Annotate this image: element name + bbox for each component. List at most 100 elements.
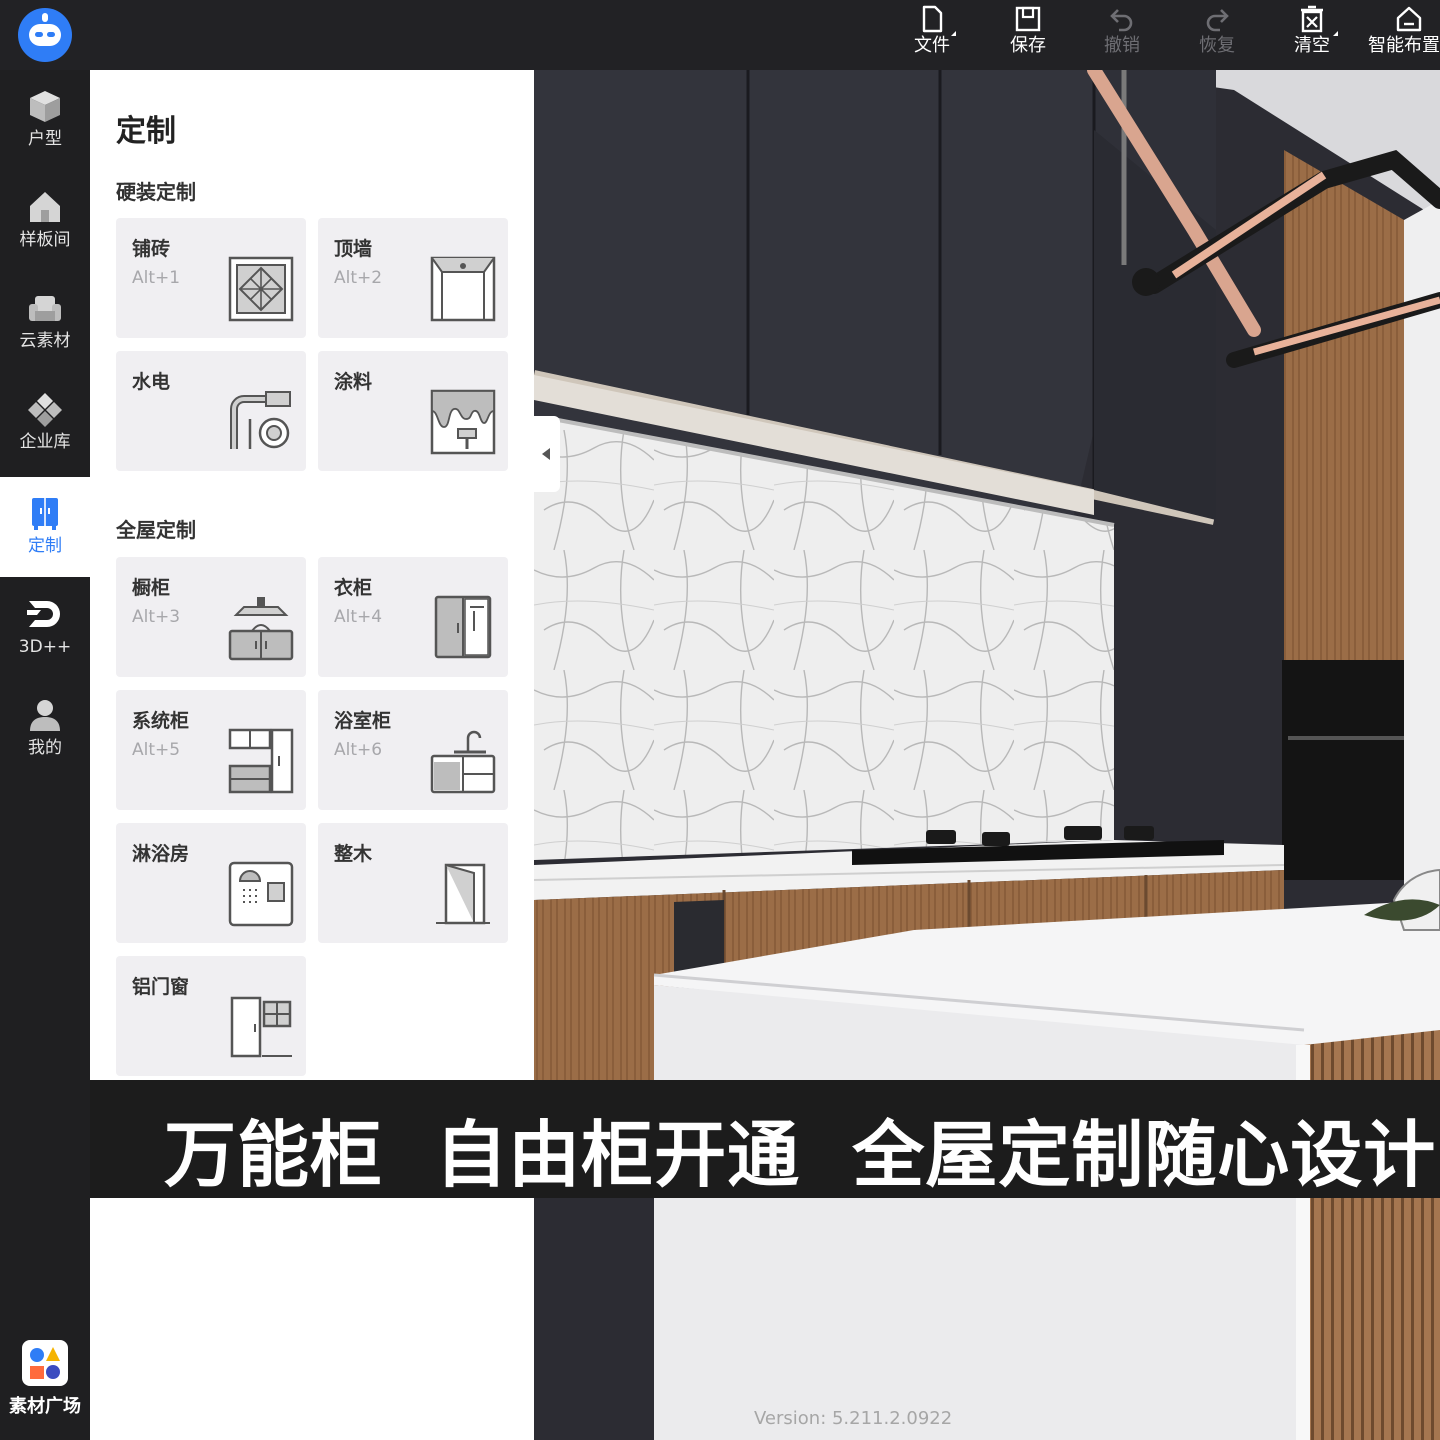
file-button[interactable]: 文件 — [906, 0, 958, 70]
card-ceiling-wall[interactable]: 顶墙 Alt+2 — [318, 218, 508, 338]
undo-icon — [1110, 9, 1133, 32]
plumbing-icon — [230, 391, 291, 449]
card-name: 浴室柜 — [334, 710, 392, 732]
logo-face — [29, 24, 61, 46]
clear-button[interactable]: 清空 — [1286, 0, 1338, 70]
card-system-cabinet[interactable]: 系统柜 Alt+5 — [116, 690, 306, 810]
nav-label-3d: 3D++ — [18, 637, 72, 657]
smart-home-icon — [1396, 6, 1422, 32]
nav-item-3d[interactable]: 3D++ — [0, 578, 90, 678]
nav-label-material-square: 素材广场 — [9, 1396, 81, 1417]
redo-icon — [1206, 9, 1229, 32]
card-kitchen-cabinet[interactable]: 橱柜 Alt+3 — [116, 557, 306, 677]
save-label: 保存 — [1010, 35, 1046, 56]
nav-item-showroom[interactable]: 样板间 — [0, 171, 90, 271]
collapse-panel-button[interactable] — [534, 416, 560, 492]
card-shortcut: Alt+4 — [334, 607, 383, 627]
card-shower-room[interactable]: 淋浴房 — [116, 823, 306, 943]
card-shortcut: Alt+5 — [132, 740, 181, 760]
nav-item-material-square[interactable]: 素材广场 — [0, 1340, 90, 1430]
shower-room-icon — [228, 861, 294, 927]
promo-banner-text: 万能柜 自由柜开通 全屋定制随心设计 — [164, 1113, 1437, 1197]
card-name: 衣柜 — [334, 577, 373, 599]
card-paint[interactable]: 涂料 — [318, 351, 508, 471]
nav-label-floorplan: 户型 — [28, 129, 62, 149]
card-tile[interactable]: 铺砖 Alt+1 — [116, 218, 306, 338]
card-name: 铺砖 — [132, 238, 171, 260]
tile-icon — [228, 256, 294, 322]
smart-layout-button[interactable]: 智能布置 — [1368, 0, 1440, 70]
wardrobe-icon — [434, 595, 492, 659]
3d-plus-logo-icon — [27, 601, 60, 627]
nav-item-cloud-material[interactable]: 云素材 — [0, 272, 90, 372]
ceiling-wall-icon — [430, 256, 496, 322]
clear-icon — [1301, 5, 1323, 33]
sofa-icon — [29, 296, 61, 321]
card-bathroom-cabinet[interactable]: 浴室柜 Alt+6 — [318, 690, 508, 810]
house-icon — [30, 192, 60, 222]
collapse-arrow-icon — [542, 448, 550, 460]
card-shortcut: Alt+2 — [334, 268, 383, 288]
user-icon — [30, 700, 60, 731]
nav-label-showroom: 样板间 — [19, 230, 71, 250]
paint-icon — [430, 389, 496, 455]
card-name: 淋浴房 — [132, 843, 190, 865]
card-name: 整木 — [334, 843, 373, 865]
card-plumbing[interactable]: 水电 — [116, 351, 306, 471]
card-name: 水电 — [132, 371, 171, 393]
undo-label: 撤销 — [1104, 35, 1140, 56]
door-icon — [436, 863, 490, 925]
section-title-whole: 全屋定制 — [116, 518, 196, 542]
custom-panel: 定制 硬装定制 铺砖 Alt+1 顶墙 Alt+2 水电 涂料 全屋定制 橱柜 … — [90, 70, 534, 1440]
redo-button[interactable]: 恢复 — [1191, 0, 1243, 70]
redo-label: 恢复 — [1199, 35, 1235, 56]
undo-button[interactable]: 撤销 — [1096, 0, 1148, 70]
top-toolbar: 文件 保存 撤销 恢复 清空 智能布置 — [0, 0, 1440, 70]
nav-label-mine: 我的 — [28, 738, 62, 758]
card-shortcut: Alt+3 — [132, 607, 181, 627]
floorplan-cube-icon — [30, 91, 60, 122]
file-icon — [922, 5, 943, 33]
logo-eye-left — [35, 32, 43, 37]
save-icon — [1015, 6, 1041, 32]
card-name: 橱柜 — [132, 577, 171, 599]
kitchen-cabinet-icon — [228, 597, 294, 661]
nav-item-custom[interactable]: 定制 — [0, 477, 90, 577]
aluminum-window-icon — [230, 996, 292, 1058]
left-nav: 户型 样板间 云素材 企业库 定制 3D++ 我的 素材广场 — [0, 70, 90, 1440]
diamond-cluster-icon — [28, 393, 62, 427]
section-title-hard: 硬装定制 — [116, 180, 196, 204]
bathroom-cabinet-icon — [430, 730, 496, 794]
card-whole-wood[interactable]: 整木 — [318, 823, 508, 943]
version-label: Version: 5.211.2.0922 — [754, 1408, 953, 1429]
card-aluminum-window[interactable]: 铝门窗 — [116, 956, 306, 1076]
card-name: 涂料 — [334, 371, 373, 393]
nav-label-enterprise: 企业库 — [19, 432, 71, 452]
nav-item-floorplan[interactable]: 户型 — [0, 70, 90, 170]
panel-title: 定制 — [116, 114, 176, 149]
cabinet-icon — [32, 498, 58, 530]
card-name: 铝门窗 — [132, 976, 190, 998]
file-label: 文件 — [914, 35, 950, 56]
logo-eye-right — [47, 32, 55, 37]
logo-antenna — [42, 13, 48, 22]
app-logo[interactable] — [18, 8, 72, 62]
nav-item-enterprise[interactable]: 企业库 — [0, 373, 90, 473]
kitchen-render — [534, 70, 1440, 1440]
card-name: 系统柜 — [132, 710, 190, 732]
card-wardrobe[interactable]: 衣柜 Alt+4 — [318, 557, 508, 677]
save-button[interactable]: 保存 — [1002, 0, 1054, 70]
nav-label-cloud-material: 云素材 — [19, 331, 71, 351]
3d-viewport[interactable]: Version: 5.211.2.0922 — [534, 70, 1440, 1440]
material-square-icon — [22, 1340, 68, 1386]
card-name: 顶墙 — [334, 238, 373, 260]
card-shortcut: Alt+6 — [334, 740, 383, 760]
smart-layout-label: 智能布置 — [1368, 35, 1440, 56]
app-window: 文件 保存 撤销 恢复 清空 智能布置 户型 样板间 云素材 企业库 定制 3D… — [0, 0, 1440, 1440]
card-shortcut: Alt+1 — [132, 268, 181, 288]
nav-item-mine[interactable]: 我的 — [0, 679, 90, 779]
promo-banner: 万能柜 自由柜开通 全屋定制随心设计 — [90, 1080, 1440, 1198]
clear-label: 清空 — [1294, 35, 1330, 56]
nav-label-custom: 定制 — [28, 536, 62, 556]
system-cabinet-icon — [228, 728, 294, 794]
